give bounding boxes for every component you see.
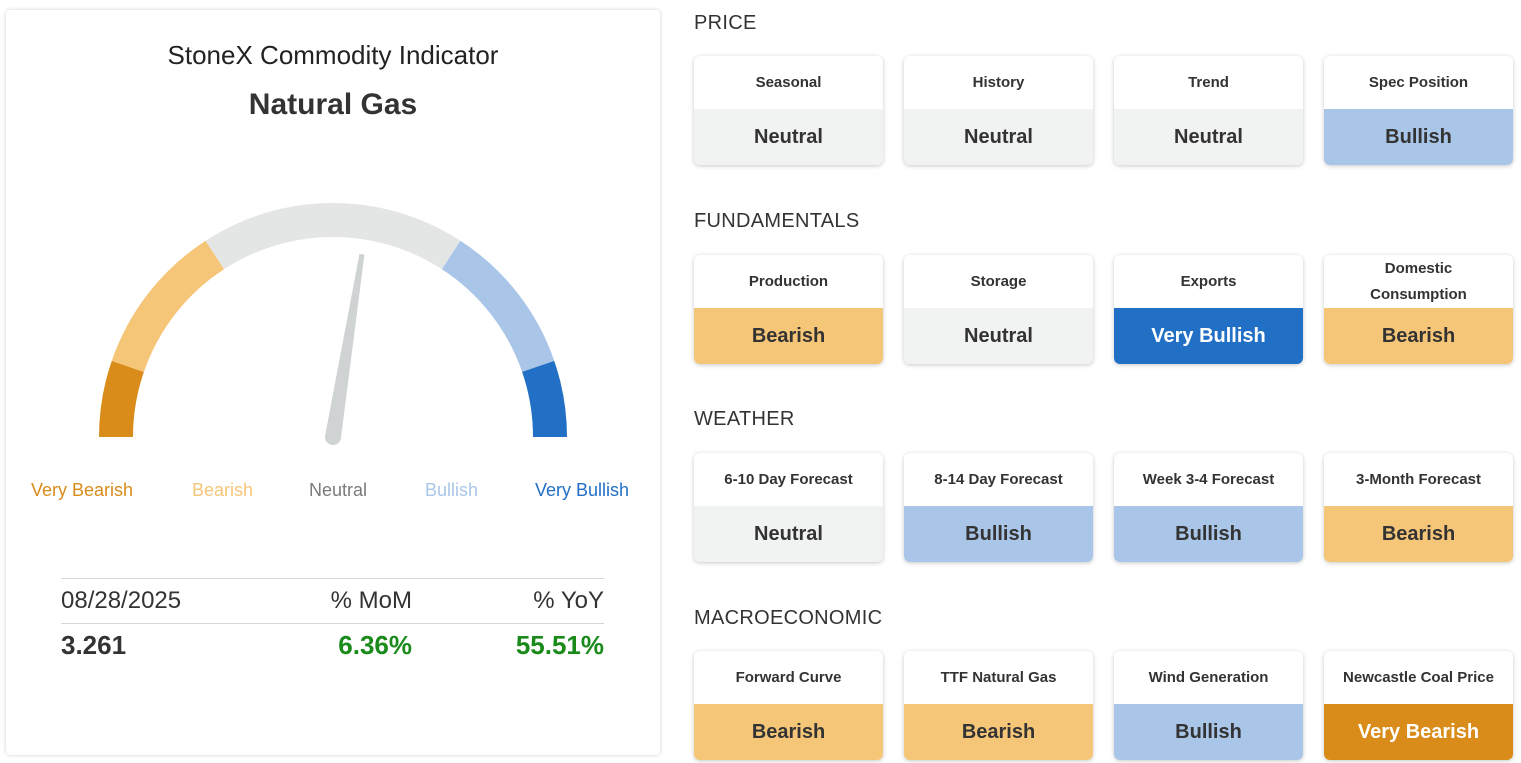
tile-label: Week 3-4 Forecast: [1142, 470, 1275, 488]
tile-value: Bearish: [694, 704, 883, 760]
scale-label-bullish: Bullish: [425, 480, 479, 500]
tile-value: Very Bearish: [1324, 704, 1513, 760]
tile-value: Neutral: [1114, 109, 1303, 165]
dashboard: StoneX Commodity Indicator Natural Gas V…: [0, 0, 1521, 763]
stats-yoy-value: 55.51%: [515, 630, 604, 660]
tile-value: Neutral: [694, 109, 883, 165]
stats-price: 3.261: [61, 630, 127, 660]
tile-label: Spec Position: [1368, 73, 1469, 91]
tile-value: Bullish: [904, 506, 1093, 562]
price-stats: 08/28/2025 % MoM % YoY 3.261 6.36% 55.51…: [61, 578, 604, 668]
scale-label-bearish: Bearish: [192, 480, 254, 500]
tile-value: Bearish: [1324, 506, 1513, 562]
tile-label: 8-14 Day Forecast: [934, 470, 1063, 488]
tile-label: Domestic Consumption: [1370, 259, 1467, 303]
scale-label-very-bearish: Very Bearish: [31, 480, 134, 500]
tile-label: Newcastle Coal Price: [1343, 668, 1494, 686]
tile-value: Bullish: [1114, 506, 1303, 562]
tile-wind-generation[interactable]: Wind Generation Bullish: [1114, 651, 1303, 760]
stats-values-row: 3.261 6.36% 55.51%: [61, 624, 604, 668]
gauge-segment-bearish: [111, 240, 225, 372]
section-title-fundamentals: FUNDAMENTALS: [694, 210, 860, 232]
tile-value: Neutral: [904, 109, 1093, 165]
stats-header-row: 08/28/2025 % MoM % YoY: [61, 579, 604, 623]
stats-mom-header: % MoM: [330, 587, 412, 614]
tile-label: History: [972, 73, 1025, 91]
gauge-needle-cap: [325, 429, 341, 445]
tile-trend[interactable]: Trend Neutral: [1114, 56, 1303, 165]
tile-value: Neutral: [904, 308, 1093, 364]
tile-value: Very Bullish: [1114, 308, 1303, 364]
tile-history[interactable]: History Neutral: [904, 56, 1093, 165]
tile-label: TTF Natural Gas: [940, 668, 1057, 686]
stats-date: 08/28/2025: [61, 587, 182, 614]
tile-ttf-natural-gas[interactable]: TTF Natural Gas Bearish: [904, 651, 1093, 760]
section-title-price: PRICE: [694, 12, 757, 34]
commodity-indicator-card: StoneX Commodity Indicator Natural Gas V…: [6, 10, 660, 755]
tile-week-3-4-forecast[interactable]: Week 3-4 Forecast Bullish: [1114, 453, 1303, 562]
tile-value: Bullish: [1324, 109, 1513, 165]
tile-spec-position[interactable]: Spec Position Bullish: [1324, 56, 1513, 165]
tile-seasonal[interactable]: Seasonal Neutral: [694, 56, 883, 165]
section-title-weather: WEATHER: [694, 408, 795, 430]
tile-label: Production: [748, 272, 829, 290]
sentiment-gauge: [99, 203, 567, 445]
tile-label: Seasonal: [755, 73, 822, 91]
tile-8-14-day-forecast[interactable]: 8-14 Day Forecast Bullish: [904, 453, 1093, 562]
tile-exports[interactable]: Exports Very Bullish: [1114, 255, 1303, 364]
tile-label: 6-10 Day Forecast: [724, 470, 853, 488]
tile-label: Wind Generation: [1148, 668, 1269, 686]
tile-value: Bullish: [1114, 704, 1303, 760]
stats-mom-value: 6.36%: [338, 630, 412, 660]
tile-3-month-forecast[interactable]: 3-Month Forecast Bearish: [1324, 453, 1513, 562]
tile-6-10-day-forecast[interactable]: 6-10 Day Forecast Neutral: [694, 453, 883, 562]
tile-label: Forward Curve: [735, 668, 842, 686]
section-title-macroeconomic: MACROECONOMIC: [694, 607, 883, 629]
scale-label-neutral: Neutral: [309, 480, 368, 500]
tile-value: Neutral: [694, 506, 883, 562]
gauge-segment-very-bullish: [522, 360, 567, 437]
tile-label: Trend: [1188, 73, 1229, 91]
tile-newcastle-coal-price[interactable]: Newcastle Coal Price Very Bearish: [1324, 651, 1513, 760]
tile-value: Bearish: [904, 704, 1093, 760]
tile-label: 3-Month Forecast: [1355, 470, 1481, 488]
tile-label: Storage: [970, 272, 1027, 290]
gauge-segment-neutral: [205, 203, 461, 270]
gauge-segment-very-bearish: [99, 360, 144, 437]
tile-value: Bearish: [1324, 308, 1513, 364]
tile-value: Bearish: [694, 308, 883, 364]
tile-production[interactable]: Production Bearish: [694, 255, 883, 364]
tile-label: Exports: [1180, 272, 1237, 290]
tile-forward-curve[interactable]: Forward Curve Bearish: [694, 651, 883, 760]
tile-storage[interactable]: Storage Neutral: [904, 255, 1093, 364]
tile-domestic-consumption[interactable]: Domestic Consumption Bearish: [1324, 255, 1513, 364]
stats-yoy-header: % YoY: [533, 587, 604, 614]
gauge-segment-bullish: [441, 240, 555, 372]
gauge-needle: [325, 253, 365, 439]
scale-label-very-bullish: Very Bullish: [535, 480, 630, 500]
